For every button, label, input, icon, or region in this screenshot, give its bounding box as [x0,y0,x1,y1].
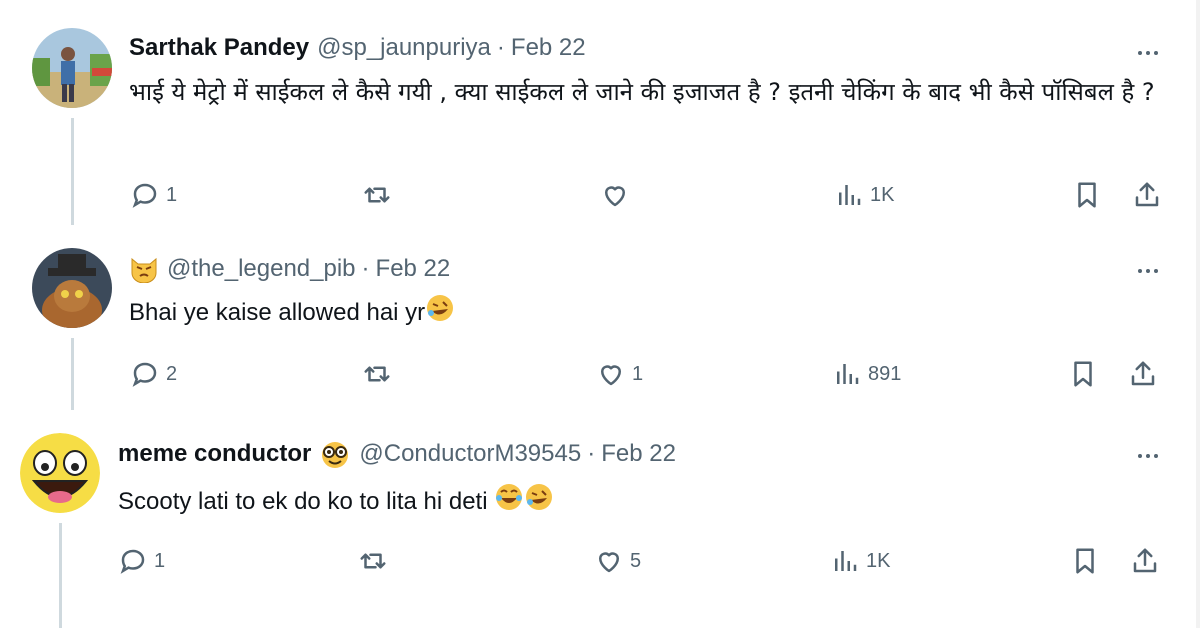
user-handle[interactable]: @sp_jaunpuriya [317,34,491,62]
avatar[interactable] [32,248,112,328]
share-icon [1131,361,1155,386]
scrollbar[interactable] [1196,0,1200,628]
share-button[interactable] [1130,546,1160,576]
bookmark-button[interactable] [1068,359,1098,389]
share-button[interactable] [1132,180,1162,210]
heart-icon [599,552,619,573]
like-button[interactable]: 5 [594,546,641,576]
views-count: 891 [868,362,902,385]
share-button[interactable] [1128,359,1158,389]
tweet-text-container: Bhai ye kaise allowed hai yr [129,293,1129,334]
bookmark-button[interactable] [1070,546,1100,576]
display-name[interactable]: Sarthak Pandey [129,34,309,62]
tweet-3[interactable]: meme conductor @ConductorM39545 · Feb 22… [0,410,1200,628]
bookmark-button[interactable] [1072,180,1102,210]
like-count: 1 [632,362,644,385]
views-icon [835,551,857,571]
reply-icon [132,362,157,387]
retweet-button[interactable] [362,180,398,210]
tweet-text-container: Scooty lati to ek do ko to lita hi deti [118,482,1118,523]
tweet-actions: 1 5 1K [0,546,1200,586]
views-button[interactable]: 891 [832,359,901,389]
more-icon[interactable] [1138,51,1158,55]
separator: · [361,255,370,282]
reply-button[interactable]: 1 [118,546,165,576]
tweet-text: Bhai ye kaise allowed hai yr [129,298,426,326]
reply-count: 2 [166,362,178,385]
tweet-date[interactable]: Feb 22 [601,440,676,468]
more-icon[interactable] [1138,454,1158,458]
display-name[interactable]: meme conductor [118,440,311,468]
bookmark-icon [1076,548,1094,574]
like-count: 5 [630,549,642,572]
tweet-actions: 2 1 891 [0,359,1200,399]
tweet-header: meme conductor @ConductorM39545 · Feb 22 [118,440,676,477]
rofl-emoji-icon [524,482,554,523]
like-button[interactable]: 1 [596,359,643,389]
views-icon [837,364,859,384]
reply-button[interactable]: 2 [130,359,177,389]
tears-of-joy-emoji-icon [494,482,524,523]
avatar[interactable] [20,433,100,513]
retweet-icon [360,553,386,569]
reply-icon [132,183,157,208]
bookmark-icon [1078,182,1096,208]
separator: · [496,34,505,61]
tweet-1[interactable]: Sarthak Pandey @sp_jaunpuriya · Feb 22 भ… [0,0,1200,225]
share-icon [1135,182,1159,207]
views-button[interactable]: 1K [830,546,890,576]
like-button[interactable] [600,180,636,210]
retweet-button[interactable] [362,359,398,389]
tweet-text: Scooty lati to ek do ko to lita hi deti [118,487,488,515]
reply-icon [120,549,145,574]
reply-button[interactable]: 1 [130,180,177,210]
tweet-date[interactable]: Feb 22 [376,255,451,283]
tweet-date[interactable]: Feb 22 [511,34,586,62]
heart-icon [601,365,621,386]
reply-count: 1 [166,183,178,206]
heart-icon [605,186,625,207]
avatar[interactable] [32,28,112,108]
more-icon[interactable] [1138,269,1158,273]
views-count: 1K [866,549,891,572]
retweet-button[interactable] [358,546,394,576]
user-handle[interactable]: @ConductorM39545 [359,440,581,468]
nerd-emoji-icon [319,440,351,477]
tweet-header: Sarthak Pandey @sp_jaunpuriya · Feb 22 [129,34,586,62]
reply-count: 1 [154,549,166,572]
tweet-text: भाई ये मेट्रो में साईकल ले कैसे गयी , क्… [129,78,1155,106]
tweet-2[interactable]: @the_legend_pib · Feb 22 Bhai ye kaise a… [0,225,1200,410]
angry-cat-emoji-icon [129,255,159,284]
bookmark-icon [1074,361,1092,387]
user-handle[interactable]: @the_legend_pib [167,255,356,283]
views-icon [839,185,861,205]
share-icon [1133,548,1157,573]
separator: · [587,440,596,467]
views-button[interactable]: 1K [834,180,894,210]
rofl-emoji-icon [425,293,455,334]
tweet-actions: 1 1K [0,180,1200,220]
retweet-icon [364,187,390,203]
views-count: 1K [870,183,895,206]
retweet-icon [364,366,390,382]
tweet-header: @the_legend_pib · Feb 22 [129,255,451,284]
